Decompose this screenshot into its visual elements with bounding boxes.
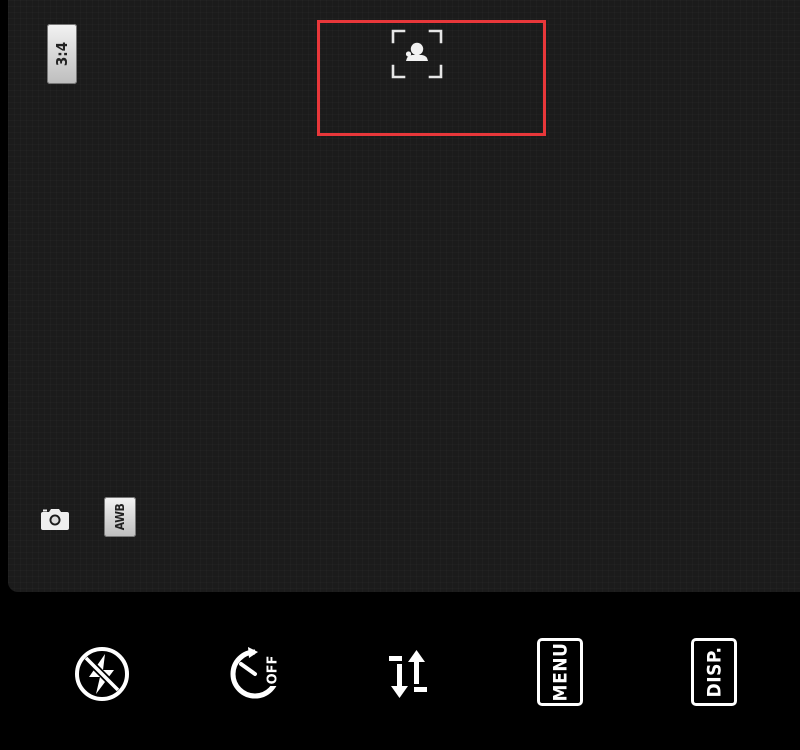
face-detect-icon[interactable] (390, 28, 444, 80)
camera-screen: 3:4 AWB OFF MENU DISP. (0, 0, 800, 750)
timer-off-label: OFF (266, 656, 281, 685)
menu-button[interactable]: MENU (537, 638, 583, 706)
display-button[interactable]: DISP. (691, 638, 737, 706)
flash-button[interactable] (72, 644, 132, 704)
aspect-ratio-badge[interactable]: 3:4 (47, 24, 77, 84)
white-balance-badge[interactable]: AWB (104, 497, 136, 537)
aspect-ratio-label: 3:4 (53, 41, 71, 67)
swap-button[interactable] (380, 646, 436, 702)
self-timer-button[interactable]: OFF (225, 644, 285, 704)
white-balance-label: AWB (113, 503, 127, 531)
camera-icon (41, 509, 69, 530)
swap-vertical-icon (389, 650, 427, 698)
display-label: DISP. (703, 646, 726, 698)
flash-off-icon (75, 647, 129, 701)
menu-label: MENU (549, 642, 572, 702)
viewfinder[interactable]: 3:4 AWB (8, 0, 800, 592)
self-timer-off-icon: OFF (230, 647, 283, 699)
